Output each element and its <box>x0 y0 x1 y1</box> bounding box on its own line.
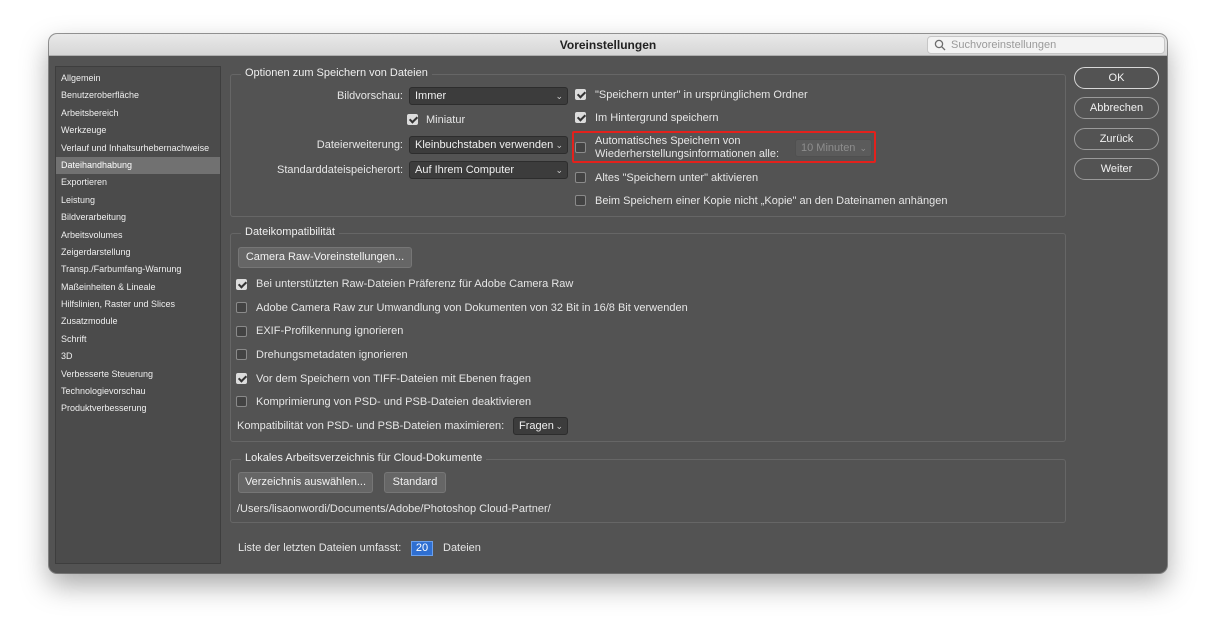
sidebar-item-masseinheiten[interactable]: Maßeinheiten & Lineale <box>56 279 220 296</box>
maximize-compat-select[interactable]: Fragen ⌄ <box>513 417 568 435</box>
sidebar-item-verbesserte-steuerung[interactable]: Verbesserte Steuerung <box>56 366 220 383</box>
recent-files-label: Liste der letzten Dateien umfasst: <box>238 542 402 554</box>
compat-option-label: Vor dem Speichern von TIFF-Dateien mit E… <box>256 373 531 385</box>
thumbnail-label: Miniatur <box>426 114 466 126</box>
search-placeholder: Suchvoreinstellungen <box>951 39 1057 51</box>
chevron-down-icon: ⌄ <box>859 143 867 153</box>
default-directory-button[interactable]: Standard <box>384 472 446 493</box>
autosave-interval-value: 10 Minuten <box>801 142 856 154</box>
no-copy-suffix-label: Beim Speichern einer Kopie nicht „Kopie"… <box>595 195 948 207</box>
chevron-down-icon: ⌄ <box>555 165 563 175</box>
compat-option-checkbox[interactable] <box>236 302 247 313</box>
extension-value: Kleinbuchstaben verwenden <box>415 139 554 151</box>
compat-option-label: EXIF-Profilkennung ignorieren <box>256 325 404 337</box>
extension-label: Dateierweiterung: <box>316 139 403 151</box>
preview-value: Immer <box>415 90 447 102</box>
chevron-down-icon: ⌄ <box>555 140 563 150</box>
autosave-interval-select[interactable]: 10 Minuten ⌄ <box>795 139 872 157</box>
compatibility-title: Dateikompatibilität <box>241 226 339 238</box>
recent-files-suffix: Dateien <box>443 542 481 554</box>
camera-raw-settings-button[interactable]: Camera Raw-Voreinstellungen... <box>238 247 412 268</box>
sidebar-item-technologievorschau[interactable]: Technologievorschau <box>56 383 220 400</box>
sidebar-item-produktverbesserung[interactable]: Produktverbesserung <box>56 400 220 417</box>
maximize-compat-value: Fragen <box>519 420 554 432</box>
compat-option-checkbox[interactable] <box>236 349 247 360</box>
chevron-down-icon: ⌄ <box>555 421 563 431</box>
sidebar-item-benutzeroberflaeche[interactable]: Benutzeroberfläche <box>56 87 220 104</box>
background-save-checkbox[interactable] <box>575 112 586 123</box>
sidebar-item-schrift[interactable]: Schrift <box>56 331 220 348</box>
sidebar-item-3d[interactable]: 3D <box>56 348 220 365</box>
save-options-title: Optionen zum Speichern von Dateien <box>241 67 432 79</box>
default-location-value: Auf Ihrem Computer <box>415 164 515 176</box>
sidebar-item-arbeitsbereich[interactable]: Arbeitsbereich <box>56 105 220 122</box>
choose-directory-button[interactable]: Verzeichnis auswählen... <box>238 472 373 493</box>
sidebar-item-hilfslinien[interactable]: Hilfslinien, Raster und Slices <box>56 296 220 313</box>
maximize-compat-label: Kompatibilität von PSD- und PSB-Dateien … <box>237 420 505 432</box>
cloud-directory-path: /Users/lisaonwordi/Documents/Adobe/Photo… <box>237 503 551 515</box>
sidebar-item-verlauf[interactable]: Verlauf und Inhaltsurhebernachweise <box>56 140 220 157</box>
sidebar: Allgemein Benutzeroberfläche Arbeitsbere… <box>55 66 221 564</box>
chevron-down-icon: ⌄ <box>555 91 563 101</box>
preferences-dialog: Voreinstellungen Suchvoreinstellungen Al… <box>49 34 1167 573</box>
legacy-save-as-label: Altes "Speichern unter" aktivieren <box>595 172 759 184</box>
compat-option-checkbox[interactable] <box>236 326 247 337</box>
search-input[interactable]: Suchvoreinstellungen <box>927 36 1165 54</box>
extension-select[interactable]: Kleinbuchstaben verwenden ⌄ <box>409 136 568 154</box>
compat-option-checkbox[interactable] <box>236 396 247 407</box>
sidebar-item-leistung[interactable]: Leistung <box>56 192 220 209</box>
recent-files-input[interactable]: 20 <box>411 541 433 556</box>
autosave-label-line2: Wiederherstellungsinformationen alle: <box>595 148 780 160</box>
compat-option-label: Bei unterstützten Raw-Dateien Präferenz … <box>256 278 574 290</box>
sidebar-item-werkzeuge[interactable]: Werkzeuge <box>56 122 220 139</box>
title-bar: Voreinstellungen Suchvoreinstellungen <box>49 34 1167 56</box>
ok-button[interactable]: OK <box>1074 67 1159 89</box>
save-as-original-label: "Speichern unter" in ursprünglichem Ordn… <box>595 89 808 101</box>
legacy-save-as-checkbox[interactable] <box>575 172 586 183</box>
sidebar-item-zusatzmodule[interactable]: Zusatzmodule <box>56 313 220 330</box>
compat-option-checkbox[interactable] <box>236 279 247 290</box>
preview-label: Bildvorschau: <box>336 90 403 102</box>
sidebar-item-dateihandhabung[interactable]: Dateihandhabung <box>56 156 220 175</box>
autosave-label-line1: Automatisches Speichern von <box>595 135 741 147</box>
compat-option-label: Komprimierung von PSD- und PSB-Dateien d… <box>256 396 532 408</box>
sidebar-item-transparenz[interactable]: Transp./Farbumfang-Warnung <box>56 261 220 278</box>
sidebar-item-zeigerdarstellung[interactable]: Zeigerdarstellung <box>56 244 220 261</box>
autosave-checkbox[interactable] <box>575 142 586 153</box>
background-save-label: Im Hintergrund speichern <box>595 112 719 124</box>
next-button[interactable]: Weiter <box>1074 158 1159 180</box>
compat-option-label: Adobe Camera Raw zur Umwandlung von Doku… <box>256 302 688 314</box>
compat-option-label: Drehungsmetadaten ignorieren <box>256 349 408 361</box>
compat-option-checkbox[interactable] <box>236 373 247 384</box>
preview-select[interactable]: Immer ⌄ <box>409 87 568 105</box>
no-copy-suffix-checkbox[interactable] <box>575 195 586 206</box>
search-icon <box>934 39 946 51</box>
back-button[interactable]: Zurück <box>1074 128 1159 150</box>
default-location-select[interactable]: Auf Ihrem Computer ⌄ <box>409 161 568 179</box>
sidebar-item-arbeitsvolumes[interactable]: Arbeitsvolumes <box>56 227 220 244</box>
sidebar-item-exportieren[interactable]: Exportieren <box>56 174 220 191</box>
cancel-button[interactable]: Abbrechen <box>1074 97 1159 119</box>
save-as-original-checkbox[interactable] <box>575 89 586 100</box>
sidebar-item-allgemein[interactable]: Allgemein <box>56 70 220 87</box>
sidebar-item-bildverarbeitung[interactable]: Bildverarbeitung <box>56 209 220 226</box>
thumbnail-checkbox[interactable] <box>407 114 418 125</box>
cloud-directory-title: Lokales Arbeitsverzeichnis für Cloud-Dok… <box>241 452 487 464</box>
default-location-label: Standarddateispeicherort: <box>277 164 403 176</box>
